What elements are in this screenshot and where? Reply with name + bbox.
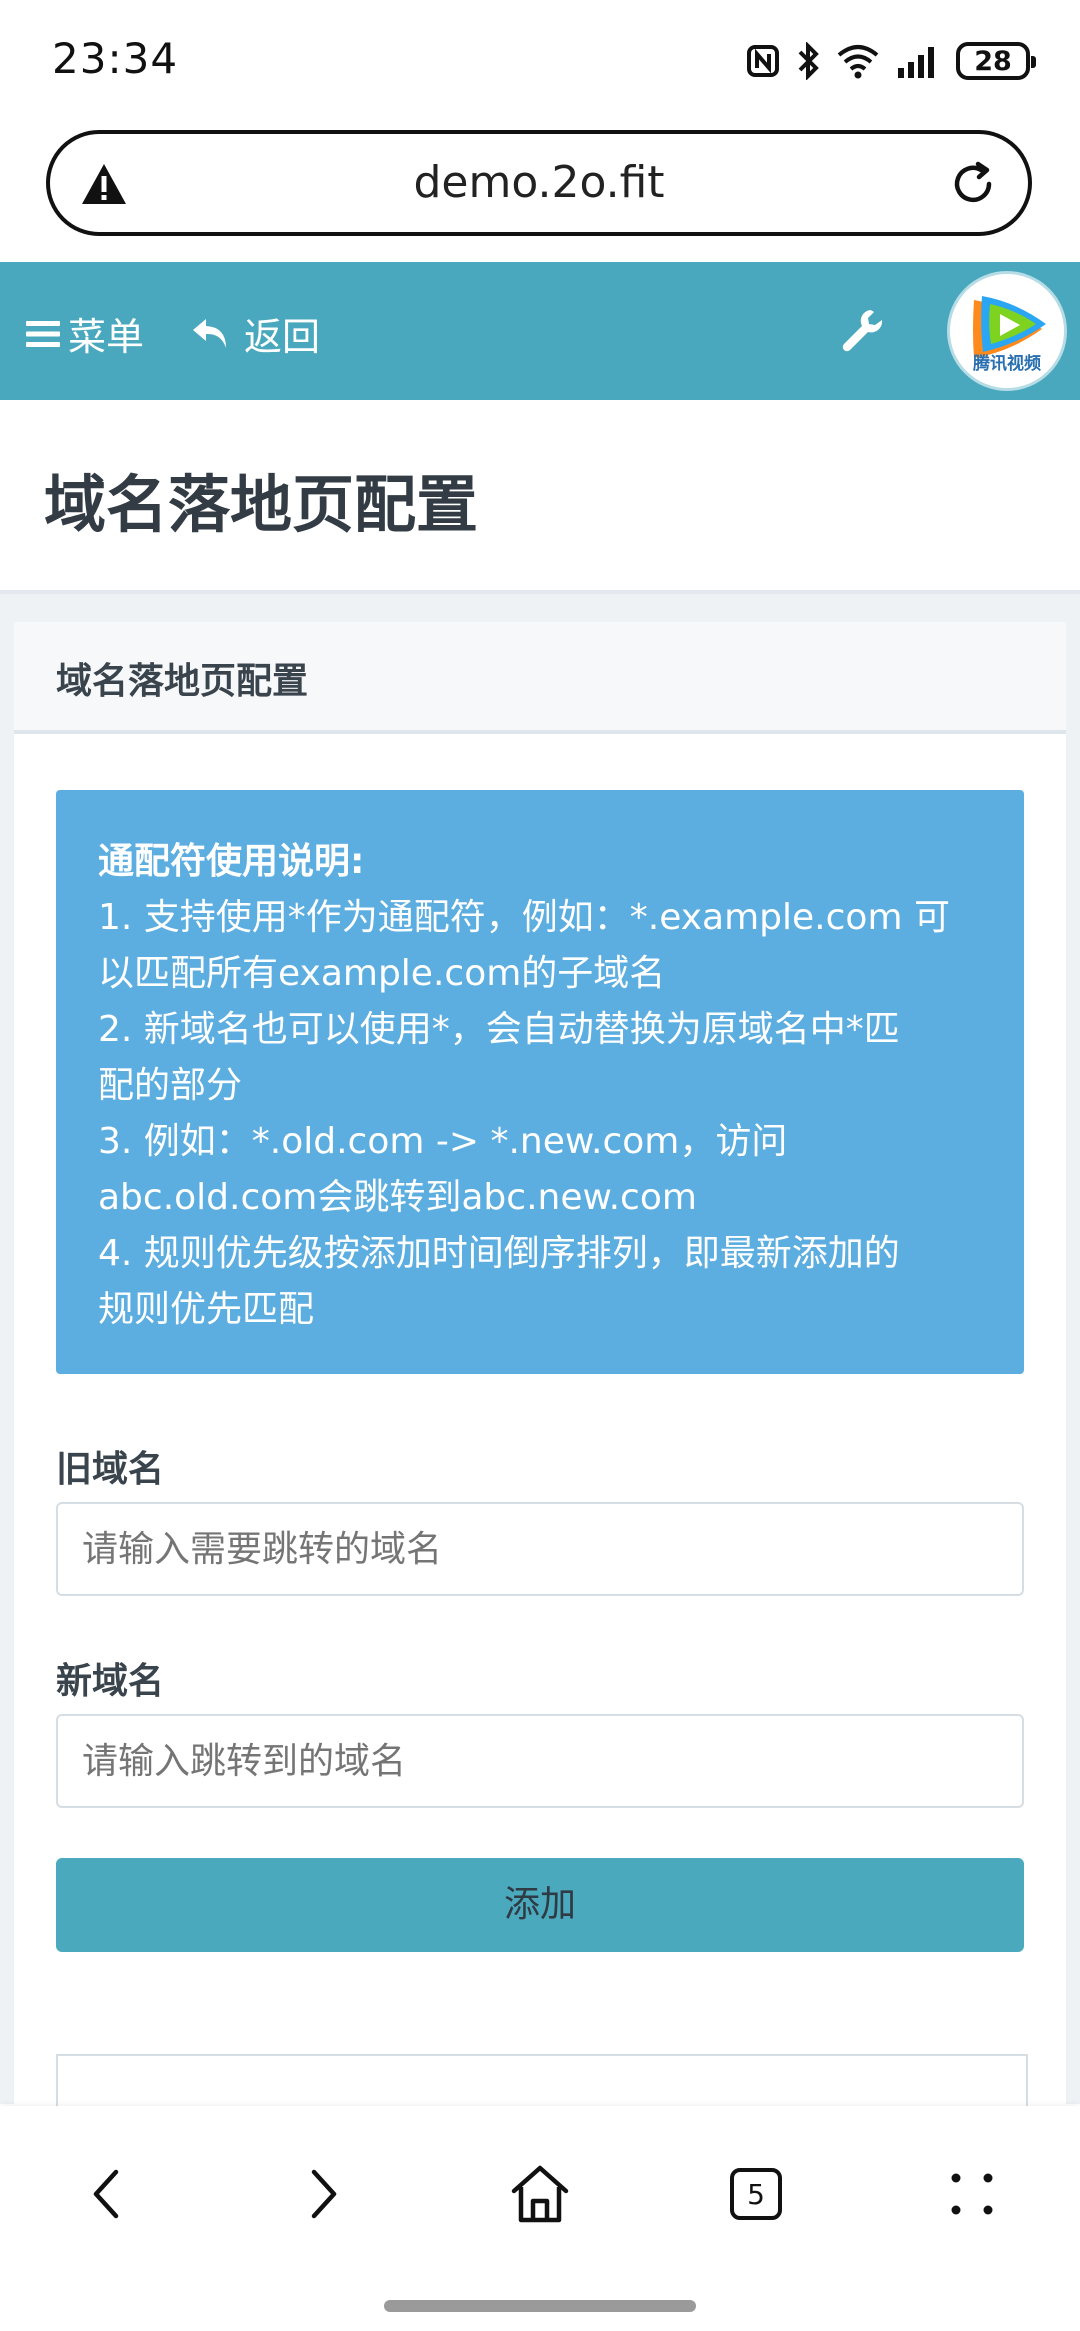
nfc-icon (747, 45, 779, 77)
reply-arrow-icon (193, 318, 226, 348)
home-nav-button[interactable] (500, 2154, 580, 2234)
card-header: 域名落地页配置 (14, 622, 1066, 734)
tabs-count-icon: 5 (730, 2168, 782, 2220)
menu-label: 菜单 (68, 315, 145, 359)
chevron-right-icon (311, 2169, 337, 2219)
info-line: 规则优先匹配 (98, 1289, 315, 1330)
home-icon (511, 2165, 569, 2223)
wrench-icon[interactable] (836, 304, 886, 354)
chevron-left-icon (93, 2169, 119, 2219)
info-line: 1. 支持使用*作为通配符，例如：*.example.com 可 (98, 897, 950, 938)
tabs-nav-button[interactable]: 5 (716, 2154, 796, 2234)
signal-icon (898, 47, 934, 78)
app-header: 菜单 返回 腾讯视频 (0, 262, 1080, 400)
old-domain-input[interactable] (56, 1502, 1024, 1596)
info-title: 通配符使用说明: (98, 841, 365, 882)
config-card: 域名落地页配置 通配符使用说明: 1. 支持使用*作为通配符，例如：*.exam… (14, 622, 1066, 2176)
page-title: 域名落地页配置 (44, 468, 479, 541)
new-domain-label: 新域名 (56, 1661, 165, 1702)
info-line: abc.old.com会跳转到abc.new.com (98, 1177, 697, 1218)
avatar-text: 腾讯视频 (973, 354, 1041, 374)
back-label: 返回 (244, 315, 321, 359)
info-line: 4. 规则优先级按添加时间倒序排列，即最新添加的 (98, 1233, 900, 1274)
home-indicator[interactable] (384, 2300, 696, 2312)
wifi-icon (837, 45, 879, 79)
avatar[interactable]: 腾讯视频 (950, 274, 1064, 388)
more-dots-icon (951, 2173, 993, 2215)
status-icons: 28 (746, 36, 1036, 86)
info-line: 配的部分 (98, 1065, 243, 1106)
reload-icon[interactable] (948, 159, 998, 209)
info-line: 3. 例如：*.old.com -> *.new.com，访问 (98, 1121, 788, 1162)
address-bar[interactable]: demo.2o.fit (46, 130, 1032, 236)
info-line: 以匹配所有example.com的子域名 (98, 953, 666, 994)
status-time: 23:34 (52, 34, 179, 83)
menu-button[interactable]: 菜单 (26, 306, 144, 361)
card-title: 域名落地页配置 (56, 661, 309, 702)
more-nav-button[interactable] (932, 2154, 1012, 2234)
hamburger-icon (26, 320, 60, 347)
back-button[interactable]: 返回 (190, 306, 320, 361)
browser-bottom-nav: 5 (0, 2106, 1080, 2331)
add-button[interactable]: 添加 (56, 1858, 1024, 1952)
battery-icon: 28 (956, 42, 1036, 80)
old-domain-label: 旧域名 (56, 1449, 165, 1490)
wildcard-info-box: 通配符使用说明: 1. 支持使用*作为通配符，例如：*.example.com … (56, 790, 1024, 1374)
new-domain-input[interactable] (56, 1714, 1024, 1808)
back-nav-button[interactable] (66, 2154, 146, 2234)
url-text[interactable]: demo.2o.fit (50, 134, 1028, 232)
info-line: 2. 新域名也可以使用*，会自动替换为原域名中*匹 (98, 1009, 900, 1050)
page-title-section: 域名落地页配置 (0, 400, 1080, 594)
status-bar: 23:34 28 (0, 0, 1080, 120)
bluetooth-icon (798, 42, 819, 80)
forward-nav-button[interactable] (284, 2154, 364, 2234)
